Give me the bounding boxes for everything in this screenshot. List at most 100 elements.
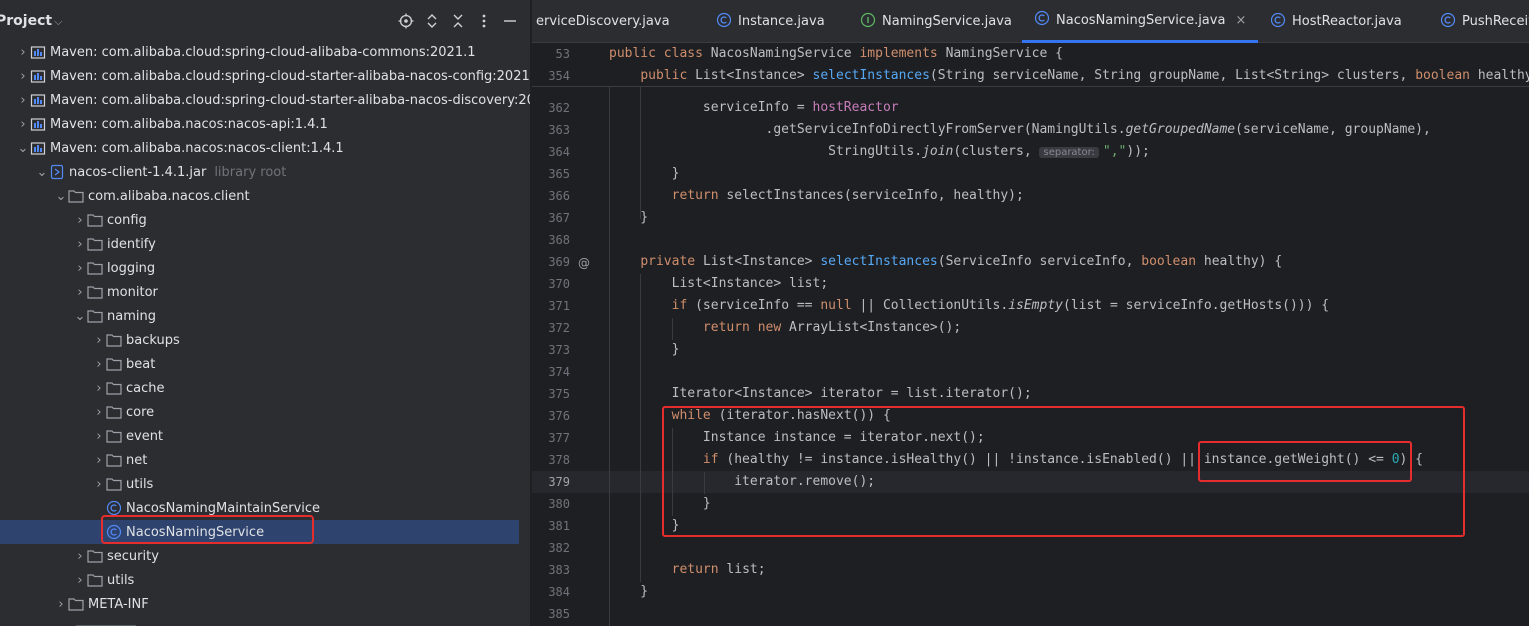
chevron-down-icon[interactable]: ⌄ [16,136,30,160]
project-header: Project ⌵ [0,0,530,44]
tree-item[interactable]: › event [0,424,519,448]
tree-item-label: utils [107,572,135,588]
line-number: 365 [548,167,570,181]
chevron-down-icon[interactable]: ⌄ [73,304,87,328]
line-number: 374 [548,365,570,379]
chevron-right-icon[interactable]: › [92,352,106,376]
tree-item[interactable]: › backups [0,328,519,352]
tree-item[interactable]: › security [0,544,519,568]
code-text: return list; [609,559,766,581]
chevron-right-icon[interactable]: › [54,592,68,616]
code-token: join [922,144,954,159]
parameter-hint: separator: [1039,147,1099,158]
tree-item[interactable]: › Maven: com.alibaba.nacos:nacos-api:1.4.… [0,112,519,136]
chevron-right-icon[interactable]: › [92,376,106,400]
folder-icon [87,236,103,252]
expand-selected-icon[interactable] [422,11,442,31]
tree-item[interactable]: › net [0,448,519,472]
more-options-icon[interactable] [474,11,494,31]
jar-icon [49,164,65,180]
chevron-right-icon[interactable]: › [92,400,106,424]
tree-item-secondary-label: library root [214,164,287,180]
code-line: 382 [532,537,1529,559]
locate-icon[interactable] [396,11,416,31]
tree-item[interactable]: › utils [0,568,519,592]
project-tool-window: Project ⌵ › Maven: com.alibaba.cloud:sprin… [0,0,531,626]
chevron-right-icon[interactable]: › [73,208,87,232]
folder-icon [87,212,103,228]
library-icon [30,116,46,132]
code-token: List<Instance> [702,254,821,269]
project-view-selector[interactable]: Project ⌵ [0,13,62,29]
implementation-marker-icon[interactable]: @ [577,256,591,270]
tree-item[interactable]: › Maven: com.alibaba.cloud:spring-cloud-s… [0,64,530,88]
chevron-right-icon[interactable]: › [73,256,87,280]
code-token: selectInstances(serviceInfo, healthy); [726,188,1024,203]
tree-item-label: security [107,548,159,564]
line-number: 380 [548,497,570,511]
code-token: StringUtils. [609,144,923,159]
code-token: selectInstances [812,68,930,83]
chevron-right-icon[interactable]: › [92,328,106,352]
tree-item[interactable]: › beat [0,352,519,376]
editor-tab[interactable]: HostReactor.java [1258,0,1414,43]
editor-tab[interactable]: Instance.java [704,0,837,43]
interface-icon [860,12,876,32]
tree-item[interactable]: › monitor [0,280,519,304]
chevron-right-icon[interactable]: › [73,232,87,256]
editor-tab[interactable]: NamingService.java [848,0,1024,43]
tree-item[interactable]: ⌄ nacos-client-1.4.1.jar library root [0,160,519,184]
collapse-all-icon[interactable] [448,11,468,31]
tree-item[interactable]: › logging [0,256,519,280]
tree-item[interactable]: › cache [0,376,519,400]
tree-item[interactable]: ⌄ naming [0,304,519,328]
tree-item[interactable]: › META-INF [0,592,519,616]
chevron-right-icon[interactable]: › [16,88,30,112]
chevron-right-icon[interactable]: › [92,424,106,448]
code-text: } [609,581,648,603]
chevron-right-icon[interactable]: › [16,64,30,88]
tree-item[interactable]: › Maven: com.alibaba.cloud:spring-cloud-s… [0,88,530,112]
tree-item[interactable]: › config [0,208,519,232]
chevron-right-icon[interactable]: › [16,40,30,64]
tree-item-label: Maven: com.alibaba.nacos:nacos-api:1.4.1 [50,116,328,132]
editor-tab[interactable]: erviceDiscovery.java [532,0,682,43]
tree-item-label: Maven: com.alibaba.cloud:spring-cloud-st… [50,68,531,84]
tree-item-label: beat [126,356,156,372]
code-token: ArrayList<Instance>(); [789,320,962,335]
line-number: 368 [548,233,570,247]
line-number: 366 [548,189,570,203]
code-token: } [609,584,649,599]
close-tab-icon[interactable]: × [1235,13,1246,28]
chevron-right-icon[interactable]: › [73,568,87,592]
folder-icon [106,476,122,492]
chevron-right-icon[interactable]: › [92,472,106,496]
editor-tab[interactable]: PushReceiver [1428,0,1529,43]
folder-icon [87,548,103,564]
line-number: 354 [548,69,570,83]
tree-item[interactable]: ⌄ com.alibaba.nacos.client [0,184,519,208]
chevron-right-icon[interactable]: › [73,544,87,568]
tree-item-label: Maven: com.alibaba.cloud:spring-cloud-st… [50,92,531,108]
line-number: 369 [548,255,570,269]
chevron-right-icon[interactable]: › [16,112,30,136]
code-token: List<Instance> [695,68,813,83]
tree-item[interactable]: › identify [0,232,519,256]
chevron-down-icon[interactable]: ⌄ [35,160,49,184]
minimize-icon[interactable] [500,11,520,31]
tree-item[interactable]: ⌄ Maven: com.alibaba.nacos:nacos-client:1… [0,136,519,160]
tree-item[interactable]: › Maven: com.alibaba.cloud:spring-cloud-a… [0,40,519,64]
tree-item[interactable]: › core [0,400,519,424]
line-number: 367 [548,211,570,225]
chevron-right-icon[interactable]: › [73,280,87,304]
chevron-down-icon[interactable]: ⌄ [54,184,68,208]
editor-tab[interactable]: NacosNamingService.java × [1022,0,1259,43]
line-number: 53 [555,47,570,61]
code-token: (ServiceInfo serviceInfo, [937,254,1142,269]
chevron-right-icon[interactable]: › [92,448,106,472]
code-line: 372 return new ArrayList<Instance>(); [532,317,1529,339]
project-title: Project [0,13,53,29]
tree-item[interactable]: › utils [0,472,519,496]
